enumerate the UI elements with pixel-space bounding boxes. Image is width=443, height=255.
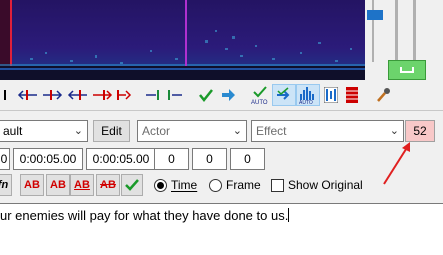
style-select[interactable]: ault ⌄ (0, 120, 88, 142)
strikeout-button[interactable]: AB (96, 174, 120, 196)
shift-end-forward-icon[interactable] (90, 84, 114, 106)
font-button-label: fn (0, 179, 9, 191)
margin-right-field[interactable]: 0 (192, 148, 227, 170)
svg-text:AUTO: AUTO (299, 100, 313, 104)
next-line-icon[interactable] (218, 84, 238, 106)
underline-button[interactable]: AB (70, 174, 94, 196)
actor-placeholder: Actor (142, 124, 171, 138)
time-radio-button[interactable] (154, 178, 167, 192)
annotation-arrow (383, 142, 410, 185)
audio-spectrogram[interactable] (0, 0, 365, 80)
frame-radio-label: Frame (226, 178, 261, 192)
style-value: ault (3, 124, 23, 138)
chevron-down-icon: ⌄ (389, 125, 399, 137)
shift-start-back-icon[interactable] (16, 84, 40, 106)
font-button[interactable]: fn (0, 174, 12, 196)
chevron-down-icon: ⌄ (232, 125, 242, 137)
margin-vertical-value: 0 (244, 152, 251, 166)
margin-vertical-field[interactable]: 0 (230, 148, 265, 170)
volume-slider-right[interactable] (395, 0, 398, 60)
end-time-field[interactable]: 0:00:05.00 (86, 148, 156, 170)
end-time-value: 0:00:05.00 (92, 152, 150, 166)
start-time-value: 0:00:05.00 (19, 152, 77, 166)
frame-radio[interactable]: Frame (209, 178, 261, 192)
subtitle-text-editor[interactable]: ur enemies will pay for what they have d… (0, 203, 443, 255)
volume-thumb[interactable] (367, 10, 383, 20)
character-count: 52 (413, 124, 427, 138)
lead-out-icon[interactable] (166, 84, 184, 106)
spectrum-mode-icon[interactable]: AUTO (296, 84, 320, 106)
frame-radio-button[interactable] (209, 178, 222, 192)
play-icon[interactable] (0, 84, 12, 106)
auto-scroll-icon[interactable] (272, 84, 296, 106)
show-original-checkbox[interactable]: Show Original (271, 178, 363, 192)
bold-button-label: AB (24, 179, 40, 191)
underline-button-label: AB (74, 179, 90, 191)
lead-in-icon[interactable] (144, 84, 162, 106)
layer-field[interactable]: 0 (0, 148, 10, 170)
text-caret (288, 208, 290, 222)
bold-button[interactable]: AB (20, 174, 44, 196)
check-icon (125, 179, 139, 191)
start-time-field[interactable]: 0:00:05.00 (13, 148, 83, 170)
edit-style-button[interactable]: Edit (93, 120, 130, 142)
karaoke-icon[interactable] (372, 84, 394, 106)
audio-toolbar: AUTO AUTO (0, 84, 400, 106)
strikeout-button-label: AB (100, 179, 116, 191)
volume-panel (365, 0, 443, 85)
svg-text:AUTO: AUTO (251, 100, 268, 105)
audio-toggle-icon (400, 67, 414, 73)
volume-slider-far[interactable] (413, 0, 416, 60)
effect-placeholder: Effect (256, 124, 287, 138)
show-original-check[interactable] (271, 178, 284, 192)
layer-value: 0 (0, 152, 8, 166)
divider (0, 110, 443, 111)
waveform-icon[interactable] (320, 84, 342, 106)
time-radio-label: Time (171, 178, 198, 192)
time-radio[interactable]: Time (154, 178, 197, 192)
auto-commit-icon[interactable]: AUTO (248, 84, 272, 106)
commit-button[interactable] (121, 174, 143, 196)
subtitle-line: ur enemies will pay for what they have d… (0, 208, 289, 223)
edit-button-label: Edit (101, 124, 122, 138)
shift-end-back-icon[interactable] (66, 84, 90, 106)
shift-start-forward-icon[interactable] (40, 84, 64, 106)
margin-left-field[interactable]: 0 (154, 148, 189, 170)
play-after-icon[interactable] (114, 84, 134, 106)
commit-icon[interactable] (196, 84, 216, 106)
italic-button-label: AB (50, 179, 66, 191)
italic-button[interactable]: AB (46, 174, 70, 196)
show-original-label: Show Original (288, 178, 363, 192)
margin-right-value: 0 (206, 152, 213, 166)
margin-left-value: 0 (168, 152, 175, 166)
subtitle-text: ur enemies will pay for what they have d… (0, 208, 290, 223)
keyframes-icon[interactable] (342, 84, 362, 106)
actor-combo[interactable]: Actor ⌄ (137, 120, 247, 142)
chevron-down-icon: ⌄ (73, 125, 83, 137)
